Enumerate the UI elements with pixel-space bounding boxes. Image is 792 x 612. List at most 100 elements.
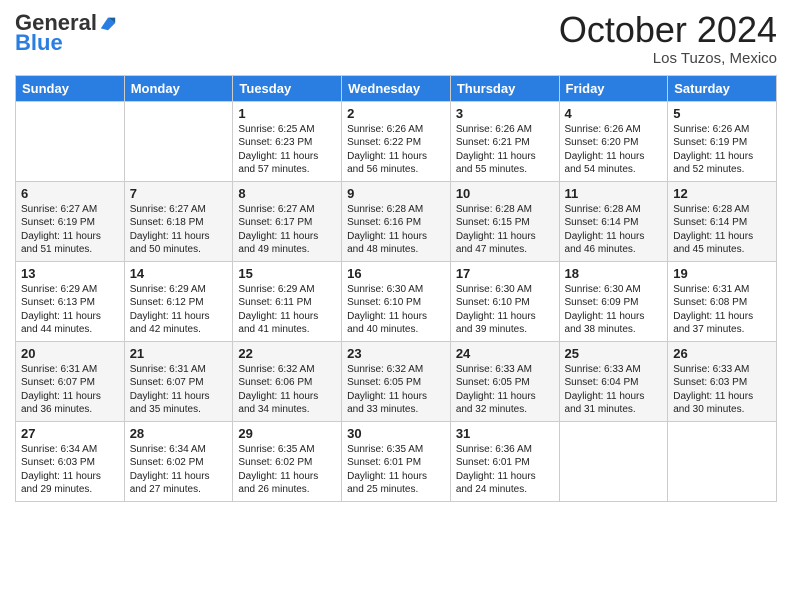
daylight-text: Daylight: 11 hours and 51 minutes. <box>21 231 101 256</box>
sunset-text: Sunset: 6:04 PM <box>565 377 639 388</box>
day-info: Sunrise: 6:28 AM Sunset: 6:14 PM Dayligh… <box>673 203 771 257</box>
sunset-text: Sunset: 6:03 PM <box>673 377 747 388</box>
weekday-header: Monday <box>124 75 233 101</box>
day-info: Sunrise: 6:28 AM Sunset: 6:14 PM Dayligh… <box>565 203 663 257</box>
calendar-cell <box>16 101 125 181</box>
calendar-cell: 18 Sunrise: 6:30 AM Sunset: 6:09 PM Dayl… <box>559 261 668 341</box>
day-info: Sunrise: 6:26 AM Sunset: 6:22 PM Dayligh… <box>347 123 445 177</box>
day-info: Sunrise: 6:27 AM Sunset: 6:19 PM Dayligh… <box>21 203 119 257</box>
daylight-text: Daylight: 11 hours and 31 minutes. <box>565 391 645 416</box>
day-info: Sunrise: 6:33 AM Sunset: 6:03 PM Dayligh… <box>673 363 771 417</box>
day-number: 15 <box>238 266 336 281</box>
calendar-cell: 16 Sunrise: 6:30 AM Sunset: 6:10 PM Dayl… <box>342 261 451 341</box>
day-info: Sunrise: 6:30 AM Sunset: 6:10 PM Dayligh… <box>347 283 445 337</box>
day-info: Sunrise: 6:35 AM Sunset: 6:02 PM Dayligh… <box>238 443 336 497</box>
header: General Blue October 2024 Los Tuzos, Mex… <box>15 10 777 67</box>
daylight-text: Daylight: 11 hours and 33 minutes. <box>347 391 427 416</box>
sunset-text: Sunset: 6:08 PM <box>673 297 747 308</box>
daylight-text: Daylight: 11 hours and 55 minutes. <box>456 151 536 176</box>
day-info: Sunrise: 6:30 AM Sunset: 6:10 PM Dayligh… <box>456 283 554 337</box>
sunrise-text: Sunrise: 6:33 AM <box>456 364 532 375</box>
day-info: Sunrise: 6:29 AM Sunset: 6:11 PM Dayligh… <box>238 283 336 337</box>
sunrise-text: Sunrise: 6:27 AM <box>130 204 206 215</box>
calendar-cell: 27 Sunrise: 6:34 AM Sunset: 6:03 PM Dayl… <box>16 421 125 501</box>
sunrise-text: Sunrise: 6:25 AM <box>238 124 314 135</box>
sunrise-text: Sunrise: 6:29 AM <box>21 284 97 295</box>
calendar-cell: 9 Sunrise: 6:28 AM Sunset: 6:16 PM Dayli… <box>342 181 451 261</box>
day-number: 16 <box>347 266 445 281</box>
day-number: 28 <box>130 426 228 441</box>
logo: General Blue <box>15 10 117 56</box>
day-number: 2 <box>347 106 445 121</box>
title-block: October 2024 Los Tuzos, Mexico <box>559 10 777 67</box>
day-info: Sunrise: 6:33 AM Sunset: 6:04 PM Dayligh… <box>565 363 663 417</box>
calendar-cell: 14 Sunrise: 6:29 AM Sunset: 6:12 PM Dayl… <box>124 261 233 341</box>
daylight-text: Daylight: 11 hours and 40 minutes. <box>347 311 427 336</box>
calendar-week-row: 13 Sunrise: 6:29 AM Sunset: 6:13 PM Dayl… <box>16 261 777 341</box>
sunset-text: Sunset: 6:14 PM <box>673 217 747 228</box>
sunset-text: Sunset: 6:10 PM <box>347 297 421 308</box>
sunrise-text: Sunrise: 6:35 AM <box>347 444 423 455</box>
calendar-week-row: 6 Sunrise: 6:27 AM Sunset: 6:19 PM Dayli… <box>16 181 777 261</box>
day-info: Sunrise: 6:26 AM Sunset: 6:21 PM Dayligh… <box>456 123 554 177</box>
sunrise-text: Sunrise: 6:35 AM <box>238 444 314 455</box>
day-info: Sunrise: 6:31 AM Sunset: 6:07 PM Dayligh… <box>21 363 119 417</box>
calendar-cell: 19 Sunrise: 6:31 AM Sunset: 6:08 PM Dayl… <box>668 261 777 341</box>
day-number: 3 <box>456 106 554 121</box>
calendar-cell: 12 Sunrise: 6:28 AM Sunset: 6:14 PM Dayl… <box>668 181 777 261</box>
sunrise-text: Sunrise: 6:33 AM <box>565 364 641 375</box>
day-number: 11 <box>565 186 663 201</box>
calendar-cell: 30 Sunrise: 6:35 AM Sunset: 6:01 PM Dayl… <box>342 421 451 501</box>
sunset-text: Sunset: 6:22 PM <box>347 137 421 148</box>
calendar-cell: 7 Sunrise: 6:27 AM Sunset: 6:18 PM Dayli… <box>124 181 233 261</box>
daylight-text: Daylight: 11 hours and 27 minutes. <box>130 471 210 496</box>
calendar-cell <box>124 101 233 181</box>
sunset-text: Sunset: 6:01 PM <box>347 457 421 468</box>
sunrise-text: Sunrise: 6:29 AM <box>238 284 314 295</box>
sunrise-text: Sunrise: 6:32 AM <box>347 364 423 375</box>
day-number: 23 <box>347 346 445 361</box>
daylight-text: Daylight: 11 hours and 50 minutes. <box>130 231 210 256</box>
sunset-text: Sunset: 6:19 PM <box>673 137 747 148</box>
sunset-text: Sunset: 6:05 PM <box>347 377 421 388</box>
day-info: Sunrise: 6:34 AM Sunset: 6:02 PM Dayligh… <box>130 443 228 497</box>
page: General Blue October 2024 Los Tuzos, Mex… <box>0 0 792 612</box>
daylight-text: Daylight: 11 hours and 47 minutes. <box>456 231 536 256</box>
sunrise-text: Sunrise: 6:30 AM <box>565 284 641 295</box>
day-info: Sunrise: 6:27 AM Sunset: 6:17 PM Dayligh… <box>238 203 336 257</box>
sunrise-text: Sunrise: 6:30 AM <box>456 284 532 295</box>
day-number: 21 <box>130 346 228 361</box>
weekday-header: Wednesday <box>342 75 451 101</box>
daylight-text: Daylight: 11 hours and 39 minutes. <box>456 311 536 336</box>
day-number: 31 <box>456 426 554 441</box>
day-number: 19 <box>673 266 771 281</box>
daylight-text: Daylight: 11 hours and 45 minutes. <box>673 231 753 256</box>
day-info: Sunrise: 6:29 AM Sunset: 6:12 PM Dayligh… <box>130 283 228 337</box>
day-info: Sunrise: 6:28 AM Sunset: 6:16 PM Dayligh… <box>347 203 445 257</box>
day-info: Sunrise: 6:34 AM Sunset: 6:03 PM Dayligh… <box>21 443 119 497</box>
daylight-text: Daylight: 11 hours and 48 minutes. <box>347 231 427 256</box>
day-number: 5 <box>673 106 771 121</box>
sunset-text: Sunset: 6:16 PM <box>347 217 421 228</box>
sunset-text: Sunset: 6:01 PM <box>456 457 530 468</box>
sunset-text: Sunset: 6:17 PM <box>238 217 312 228</box>
daylight-text: Daylight: 11 hours and 26 minutes. <box>238 471 318 496</box>
daylight-text: Daylight: 11 hours and 49 minutes. <box>238 231 318 256</box>
daylight-text: Daylight: 11 hours and 56 minutes. <box>347 151 427 176</box>
day-info: Sunrise: 6:27 AM Sunset: 6:18 PM Dayligh… <box>130 203 228 257</box>
day-info: Sunrise: 6:35 AM Sunset: 6:01 PM Dayligh… <box>347 443 445 497</box>
daylight-text: Daylight: 11 hours and 52 minutes. <box>673 151 753 176</box>
calendar-cell: 17 Sunrise: 6:30 AM Sunset: 6:10 PM Dayl… <box>450 261 559 341</box>
daylight-text: Daylight: 11 hours and 36 minutes. <box>21 391 101 416</box>
sunset-text: Sunset: 6:02 PM <box>238 457 312 468</box>
calendar-cell: 5 Sunrise: 6:26 AM Sunset: 6:19 PM Dayli… <box>668 101 777 181</box>
day-info: Sunrise: 6:26 AM Sunset: 6:19 PM Dayligh… <box>673 123 771 177</box>
calendar-cell: 15 Sunrise: 6:29 AM Sunset: 6:11 PM Dayl… <box>233 261 342 341</box>
calendar-week-row: 27 Sunrise: 6:34 AM Sunset: 6:03 PM Dayl… <box>16 421 777 501</box>
calendar-cell: 28 Sunrise: 6:34 AM Sunset: 6:02 PM Dayl… <box>124 421 233 501</box>
sunrise-text: Sunrise: 6:28 AM <box>347 204 423 215</box>
day-number: 29 <box>238 426 336 441</box>
sunset-text: Sunset: 6:10 PM <box>456 297 530 308</box>
calendar-cell: 21 Sunrise: 6:31 AM Sunset: 6:07 PM Dayl… <box>124 341 233 421</box>
calendar-cell: 25 Sunrise: 6:33 AM Sunset: 6:04 PM Dayl… <box>559 341 668 421</box>
